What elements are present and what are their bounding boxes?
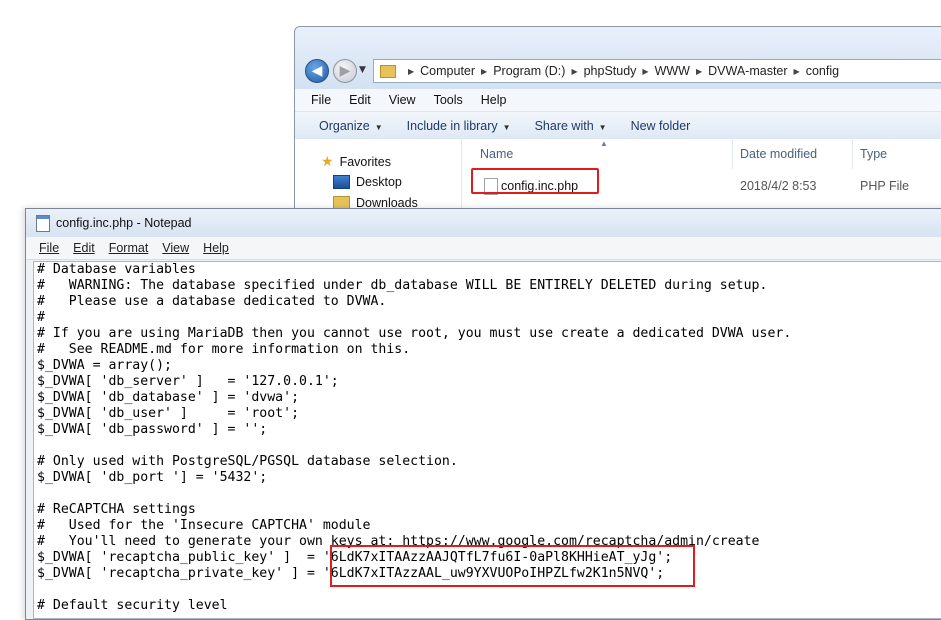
breadcrumb-separator-icon[interactable]: ▶: [642, 67, 648, 76]
code-line: # WARNING: The database specified under …: [37, 278, 768, 293]
recent-pages-dropdown-icon[interactable]: ▼: [359, 65, 366, 75]
highlight-box-recaptcha-keys: [330, 545, 695, 587]
code-line: #: [37, 310, 45, 325]
column-header-date[interactable]: Date modified: [740, 147, 817, 161]
explorer-menu-bar: File Edit View Tools Help: [295, 89, 941, 112]
chevron-down-icon: ▼: [502, 123, 511, 132]
column-header-type[interactable]: Type: [860, 147, 887, 161]
nav-favorites-label: Favorites: [339, 154, 391, 169]
chevron-down-icon: ▼: [374, 123, 383, 132]
notepad-titlebar: config.inc.php - Notepad: [26, 209, 941, 237]
explorer-toolbar: Organize ▼ Include in library ▼ Share with…: [295, 112, 941, 141]
menu-label: File: [39, 241, 60, 255]
nav-desktop[interactable]: Desktop: [333, 175, 402, 189]
organize-button[interactable]: Organize ▼: [319, 119, 383, 133]
desktop-icon: [333, 175, 350, 189]
notepad-menu-help[interactable]: Help: [203, 241, 229, 255]
back-arrow-icon[interactable]: ◀: [305, 59, 329, 83]
breadcrumb-separator-icon[interactable]: ▶: [794, 67, 800, 76]
nav-desktop-label: Desktop: [356, 175, 402, 189]
breadcrumb-config[interactable]: config: [806, 64, 839, 78]
include-in-library-button[interactable]: Include in library ▼: [407, 119, 511, 133]
sort-ascending-icon: ▲: [600, 139, 608, 148]
code-line: # Only used with PostgreSQL/PGSQL databa…: [37, 454, 458, 469]
breadcrumb-program-d[interactable]: Program (D:): [493, 64, 565, 78]
notepad-icon: [36, 214, 50, 232]
breadcrumb-www[interactable]: WWW: [655, 64, 690, 78]
share-label: Share with: [534, 119, 594, 133]
nav-favorites[interactable]: ★ Favorites: [321, 153, 391, 170]
code-line: $_DVWA[ 'db_server' ] = '127.0.0.1';: [37, 374, 339, 389]
notepad-menu-bar: File Edit Format View Help: [26, 237, 941, 260]
menu-tools[interactable]: Tools: [434, 93, 463, 107]
menu-label: Format: [108, 241, 149, 255]
code-line: # Database variables: [37, 262, 196, 277]
code-line: $_DVWA[ 'db_database' ] = 'dvwa';: [37, 390, 300, 405]
code-line: # Used for the 'Insecure CAPTCHA' module: [37, 518, 371, 533]
breadcrumb-separator-icon[interactable]: ▶: [408, 67, 414, 76]
explorer-titlebar: ◀ ▶ ▼ ▶ Computer ▶ Program (D:) ▶ phpStu…: [295, 27, 941, 89]
star-icon: ★: [321, 153, 334, 169]
notepad-window: config.inc.php - Notepad File Edit Forma…: [25, 208, 941, 620]
column-divider[interactable]: [852, 139, 853, 169]
notepad-title: config.inc.php - Notepad: [56, 216, 192, 230]
include-label: Include in library: [406, 119, 498, 133]
file-type: PHP File: [860, 179, 910, 193]
notepad-menu-format[interactable]: Format: [109, 241, 149, 255]
chevron-down-icon: ▼: [598, 123, 607, 132]
notepad-menu-view[interactable]: View: [162, 241, 189, 255]
forward-arrow-icon[interactable]: ▶: [333, 59, 357, 83]
column-header-name[interactable]: Name: [480, 147, 513, 161]
code-line: # See README.md for more information on …: [37, 342, 411, 357]
address-bar[interactable]: ▶ Computer ▶ Program (D:) ▶ phpStudy ▶ W…: [373, 59, 941, 83]
code-line: # Default security level: [37, 598, 228, 613]
breadcrumb-separator-icon[interactable]: ▶: [696, 67, 702, 76]
breadcrumb-dvwa-master[interactable]: DVWA-master: [708, 64, 787, 78]
breadcrumb-separator-icon[interactable]: ▶: [481, 67, 487, 76]
menu-edit[interactable]: Edit: [349, 93, 371, 107]
new-folder-button[interactable]: New folder: [631, 119, 691, 133]
menu-help[interactable]: Help: [481, 93, 507, 107]
code-line: # If you are using MariaDB then you cann…: [37, 326, 792, 341]
menu-label: View: [162, 241, 190, 255]
organize-label: Organize: [319, 119, 370, 133]
share-with-button[interactable]: Share with ▼: [535, 119, 607, 133]
notepad-text-area[interactable]: # Database variables # WARNING: The datab…: [33, 261, 941, 619]
code-line: $_DVWA[ 'db_user' ] = 'root';: [37, 406, 300, 421]
code-line: $_DVWA[ 'db_password' ] = '';: [37, 422, 268, 437]
notepad-menu-edit[interactable]: Edit: [73, 241, 95, 255]
file-date-modified: 2018/4/2 8:53: [740, 179, 817, 193]
highlight-box-file: [471, 168, 599, 194]
menu-file[interactable]: File: [311, 93, 331, 107]
column-divider[interactable]: [732, 139, 733, 169]
code-line: $_DVWA[ 'db_port '] = '5432';: [37, 470, 268, 485]
menu-label: Edit: [73, 241, 95, 255]
notepad-menu-file[interactable]: File: [39, 241, 59, 255]
breadcrumb-separator-icon[interactable]: ▶: [571, 67, 577, 76]
breadcrumb-phpstudy[interactable]: phpStudy: [584, 64, 637, 78]
code-line: # Please use a database dedicated to DVW…: [37, 294, 387, 309]
folder-icon: [380, 64, 396, 78]
menu-label: Help: [203, 241, 229, 255]
menu-view[interactable]: View: [389, 93, 416, 107]
code-line: # ReCAPTCHA settings: [37, 502, 196, 517]
breadcrumb-computer[interactable]: Computer: [420, 64, 475, 78]
code-line: $_DVWA = array();: [37, 358, 172, 373]
